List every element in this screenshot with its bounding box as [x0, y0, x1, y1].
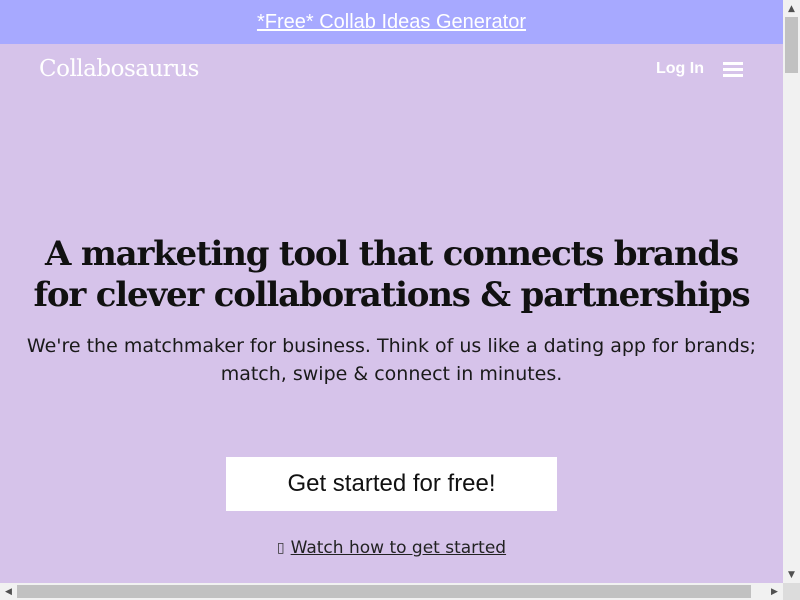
vertical-scroll-thumb[interactable]	[785, 17, 798, 73]
watch-video-row: ▯ Watch how to get started	[0, 538, 783, 558]
scrollbar-corner	[783, 583, 800, 600]
scroll-down-arrow-icon[interactable]: ▼	[783, 566, 800, 583]
logo[interactable]: Collabosaurus	[39, 56, 199, 82]
horizontal-scrollbar[interactable]: ◀ ▶	[0, 583, 783, 600]
login-link[interactable]: Log In	[656, 60, 704, 78]
get-started-button[interactable]: Get started for free!	[226, 457, 557, 511]
menu-icon-bar	[723, 74, 743, 77]
vertical-scrollbar[interactable]: ▲ ▼	[783, 0, 800, 583]
hero-subtitle: We're the matchmaker for business. Think…	[26, 335, 757, 385]
hero-title: A marketing tool that connects brands fo…	[33, 234, 751, 315]
hamburger-menu-icon[interactable]	[723, 61, 743, 79]
menu-icon-bar	[723, 68, 743, 71]
scroll-right-arrow-icon[interactable]: ▶	[766, 583, 783, 600]
collab-ideas-generator-link[interactable]: *Free* Collab Ideas Generator	[257, 11, 526, 34]
horizontal-scroll-thumb[interactable]	[17, 585, 751, 598]
promo-banner: *Free* Collab Ideas Generator	[0, 0, 783, 44]
watch-how-link[interactable]: Watch how to get started	[291, 538, 506, 558]
play-icon: ▯	[276, 540, 285, 556]
menu-icon-bar	[723, 62, 743, 65]
scroll-up-arrow-icon[interactable]: ▲	[783, 0, 800, 17]
site-header: Collabosaurus Log In	[0, 44, 783, 100]
hero-section: A marketing tool that connects brands fo…	[0, 234, 783, 388]
scroll-left-arrow-icon[interactable]: ◀	[0, 583, 17, 600]
